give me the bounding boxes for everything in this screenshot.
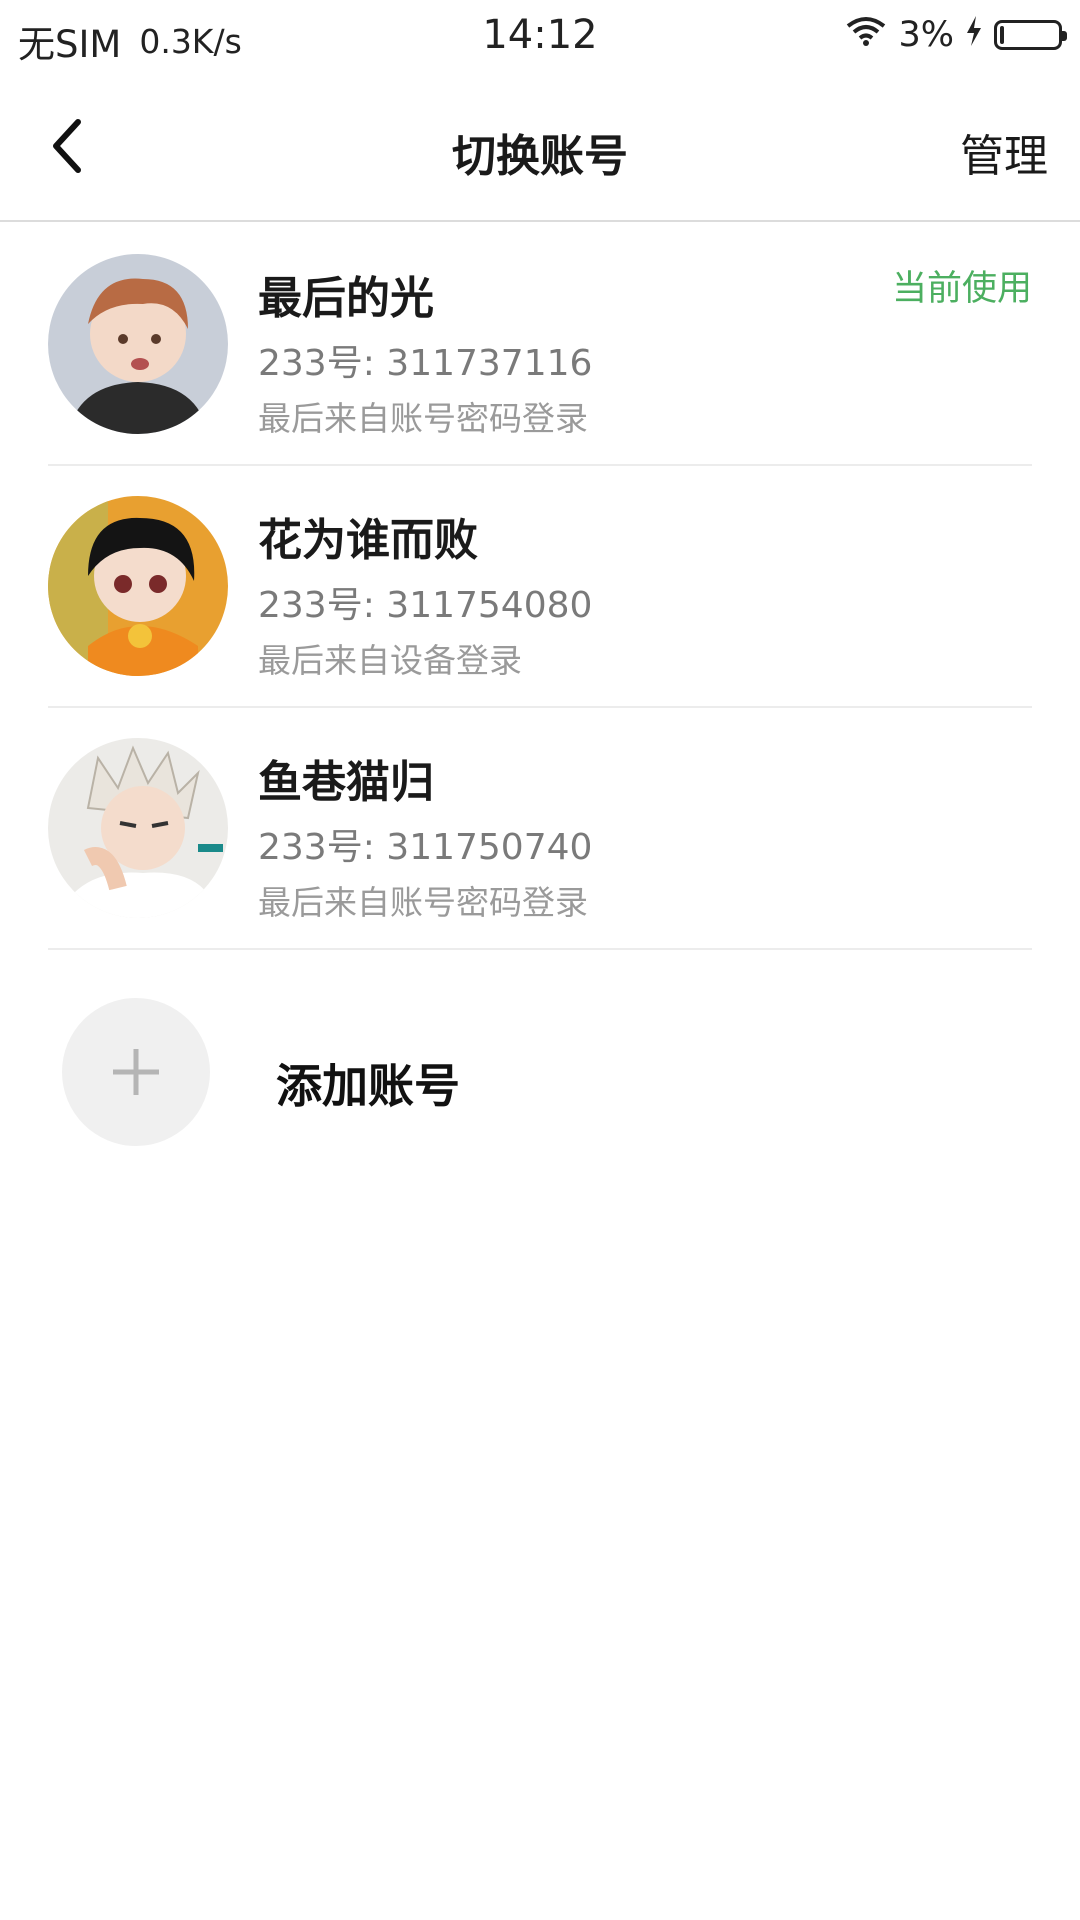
battery-icon: [994, 19, 1067, 50]
account-login-source: 最后来自账号密码登录: [258, 399, 588, 438]
battery-percent: 3%: [898, 14, 954, 55]
account-item[interactable]: 花为谁而败 233号: 311754080 最后来自设备登录: [48, 466, 1032, 708]
plus-icon: [62, 998, 210, 1146]
account-login-source: 最后来自账号密码登录: [258, 883, 588, 922]
add-account-button[interactable]: 添加账号: [62, 998, 1018, 1148]
account-item[interactable]: 最后的光 233号: 311737116 最后来自账号密码登录 当前使用: [48, 224, 1032, 466]
account-name: 花为谁而败: [258, 515, 478, 566]
account-name: 最后的光: [258, 273, 434, 324]
manage-button[interactable]: 管理: [960, 120, 1048, 184]
account-item[interactable]: 鱼巷猫归 233号: 311750740 最后来自账号密码登录: [48, 708, 1032, 950]
account-list: 最后的光 233号: 311737116 最后来自账号密码登录 当前使用 花为谁…: [0, 224, 1080, 950]
account-id: 233号: 311754080: [258, 585, 593, 626]
avatar: [48, 738, 228, 918]
bolt-icon: [966, 14, 982, 55]
status-bar: 无SIM 0.3K/s 14:12 3%: [0, 0, 1080, 76]
account-login-source: 最后来自设备登录: [258, 641, 522, 680]
account-id: 233号: 311750740: [258, 827, 593, 868]
status-right: 3%: [846, 14, 1067, 55]
page-title: 切换账号: [452, 131, 628, 182]
avatar: [48, 496, 228, 676]
current-use-badge: 当前使用: [891, 269, 1032, 309]
account-id: 233号: 311737116: [258, 343, 593, 384]
avatar: [48, 254, 228, 434]
account-name: 鱼巷猫归: [258, 757, 434, 808]
add-account-label: 添加账号: [276, 1059, 460, 1113]
navigation-bar: 切换账号 管理: [0, 76, 1080, 222]
battery-level: [1000, 25, 1004, 44]
wifi-icon: [846, 14, 886, 55]
